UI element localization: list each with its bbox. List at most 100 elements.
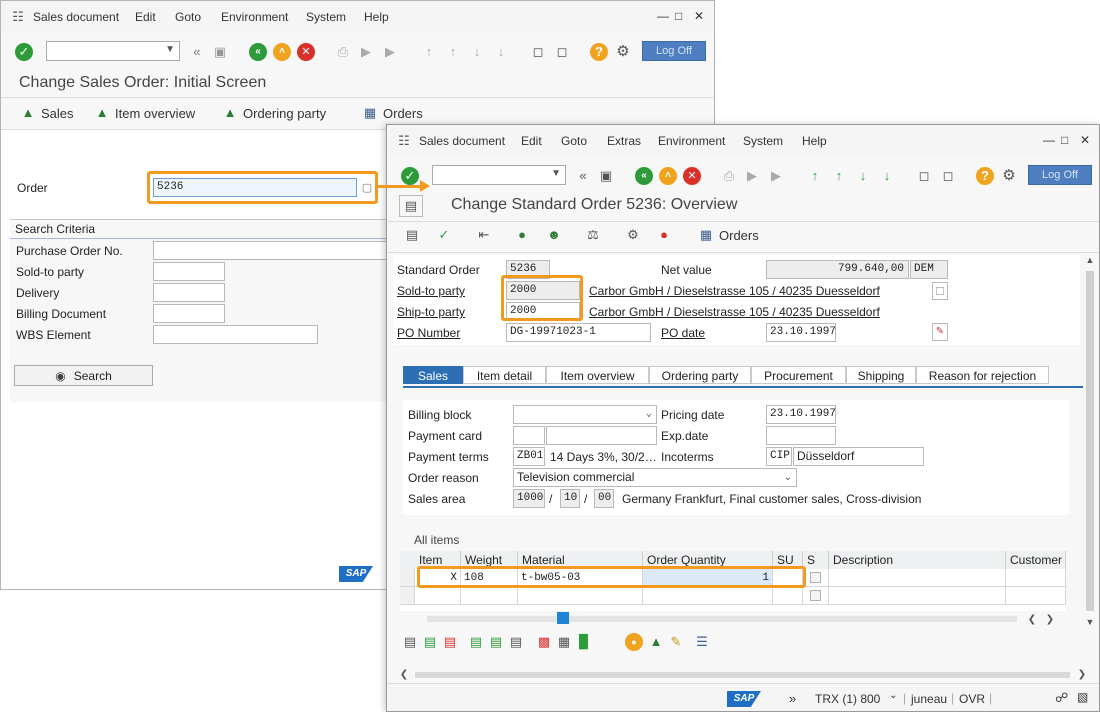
lock-icon[interactable]: ☍ <box>1055 690 1068 706</box>
payment-terms-code-field[interactable]: ZB01 <box>513 447 545 466</box>
tab-reason-for-rejection[interactable]: Reason for rejection <box>916 366 1049 384</box>
tab-item-overview[interactable]: Item overview <box>546 366 649 384</box>
close-icon[interactable]: ✕ <box>1080 133 1090 147</box>
display-document-icon[interactable]: ▤ <box>399 195 423 217</box>
insert-mode[interactable]: OVR <box>959 692 985 706</box>
row-selector[interactable] <box>400 587 415 605</box>
order-reason-select[interactable]: Television commercial ⌄ <box>513 468 797 487</box>
menu-sales-document[interactable]: Sales document <box>33 10 119 24</box>
find-icon[interactable]: ▶ <box>743 167 761 185</box>
person-icon[interactable]: ☻ <box>545 226 563 244</box>
tab-ordering-party[interactable]: Ordering party <box>649 366 751 384</box>
row-selector[interactable] <box>400 569 415 587</box>
exp-date-field[interactable] <box>766 426 836 445</box>
menu-environment[interactable]: Environment <box>658 134 725 148</box>
tab-item-detail[interactable]: Item detail <box>463 366 546 384</box>
partner-icon[interactable]: ● <box>513 226 531 244</box>
deselect-all-icon[interactable]: ▤ <box>487 633 505 651</box>
menu-help[interactable]: Help <box>802 134 827 148</box>
help-icon[interactable]: ? <box>976 167 994 185</box>
print-icon[interactable]: ⎙ <box>334 43 352 61</box>
menu-goto[interactable]: Goto <box>175 10 201 24</box>
scales-icon[interactable]: ⚖ <box>584 226 602 244</box>
po-number-label[interactable]: PO Number <box>397 326 460 340</box>
save-icon[interactable]: ▣ <box>597 167 615 185</box>
bar-chart-icon[interactable]: ▉ <box>575 633 593 651</box>
incoterms-code-field[interactable]: CIP <box>766 447 792 466</box>
minimize-icon[interactable]: — <box>657 9 669 23</box>
sold-to-party-input[interactable] <box>153 262 225 281</box>
purchase-order-input[interactable] <box>153 241 401 260</box>
menu-sales-document[interactable]: Sales document <box>419 134 505 148</box>
su-cell[interactable] <box>773 587 803 605</box>
gear-document-icon[interactable]: ⚙ <box>624 226 642 244</box>
description-cell[interactable] <box>829 587 1006 605</box>
conditions-icon[interactable]: ▲ <box>647 633 665 651</box>
table-settings-icon[interactable]: ▦ <box>555 633 573 651</box>
weight-cell[interactable] <box>461 587 518 605</box>
enter-check-icon[interactable]: ✓ <box>15 43 33 61</box>
help-icon[interactable]: ? <box>590 43 608 61</box>
ship-to-party-name[interactable]: Carbor GmbH / Dieselstrasse 105 / 40235 … <box>589 305 880 319</box>
page-scroll-right-icon[interactable]: ❯ <box>1073 666 1091 684</box>
menu-system[interactable]: System <box>743 134 783 148</box>
menu-edit[interactable]: Edit <box>521 134 542 148</box>
command-field[interactable]: ▼ <box>432 165 566 185</box>
tab-sales[interactable]: Sales <box>403 366 463 384</box>
command-field[interactable]: ▼ <box>46 41 180 61</box>
scroll-right-icon[interactable]: ❯ <box>1041 611 1059 629</box>
collapse-icon[interactable]: « <box>188 43 206 61</box>
po-date-field[interactable]: 23.10.1997 <box>766 323 836 342</box>
shortcut-icon[interactable]: ◻ <box>553 43 571 61</box>
menu-environment[interactable]: Environment <box>221 10 288 24</box>
material-cell[interactable] <box>518 587 643 605</box>
document-icon[interactable]: □ <box>932 282 948 300</box>
wbs-element-input[interactable] <box>153 325 318 344</box>
find-icon[interactable]: ▶ <box>357 43 375 61</box>
billing-document-input[interactable] <box>153 304 225 323</box>
vertical-scrollbar[interactable] <box>1086 271 1094 611</box>
grid-scroll-thumb[interactable] <box>557 612 569 624</box>
scroll-down-icon[interactable]: ▼ <box>1081 613 1099 631</box>
check-incomplete-icon[interactable]: ✓ <box>435 226 453 244</box>
ship-to-party-label[interactable]: Ship-to party <box>397 305 465 319</box>
settings-gear-icon[interactable]: ⚙ <box>614 43 632 61</box>
column-s[interactable]: S <box>803 551 829 569</box>
menu-goto[interactable]: Goto <box>561 134 587 148</box>
orders-button[interactable]: ▦ Orders <box>361 104 423 122</box>
schedule-lines-icon[interactable]: ☰ <box>693 633 711 651</box>
find-next-icon[interactable]: ▶ <box>767 167 785 185</box>
customer-cell[interactable] <box>1006 587 1066 605</box>
system-info-dropdown-icon[interactable]: ⌄ <box>889 690 897 701</box>
po-number-field[interactable]: DG-19971023-1 <box>506 323 651 342</box>
column-description[interactable]: Description <box>829 551 1006 569</box>
back-icon[interactable]: « <box>249 43 267 61</box>
description-cell[interactable] <box>829 569 1006 587</box>
sold-to-party-name[interactable]: Carbor GmbH / Dieselstrasse 105 / 40235 … <box>589 284 880 298</box>
payment-card-number-field[interactable] <box>546 426 657 445</box>
incoterms-place-field[interactable]: Düsseldorf <box>793 447 924 466</box>
item-overview-button[interactable]: ▲ Item overview <box>93 104 196 122</box>
maximize-icon[interactable]: □ <box>675 9 682 23</box>
pricing-date-field[interactable]: 23.10.1997 <box>766 405 836 424</box>
tab-shipping[interactable]: Shipping <box>846 366 916 384</box>
order-quantity-cell[interactable] <box>643 587 773 605</box>
checkbox[interactable] <box>810 590 821 601</box>
new-session-icon[interactable]: ◻ <box>529 43 547 61</box>
exit-icon[interactable]: ˄ <box>273 43 291 61</box>
page-scroll-left-icon[interactable]: ❮ <box>395 666 413 684</box>
last-page-icon[interactable]: ↓ <box>878 167 896 185</box>
exit-icon[interactable]: ˄ <box>659 167 677 185</box>
expand-status-icon[interactable]: » <box>789 691 796 706</box>
coin-icon[interactable]: ● <box>625 633 643 651</box>
settings-gear-icon[interactable]: ⚙ <box>1000 167 1018 185</box>
close-icon[interactable]: ✕ <box>694 9 704 23</box>
enter-check-icon[interactable]: ✓ <box>401 167 419 185</box>
configuration-icon[interactable]: ▩ <box>535 633 553 651</box>
sold-to-party-label[interactable]: Sold-to party <box>397 284 465 298</box>
edit-icon[interactable]: ✎ <box>667 633 685 651</box>
minimize-icon[interactable]: — <box>1043 133 1055 147</box>
payment-card-type-field[interactable] <box>513 426 545 445</box>
billing-block-select[interactable]: ⌄ <box>513 405 657 424</box>
menu-extras[interactable]: Extras <box>607 134 641 148</box>
